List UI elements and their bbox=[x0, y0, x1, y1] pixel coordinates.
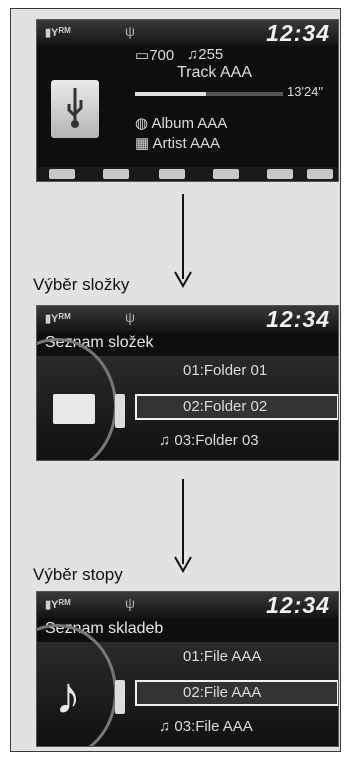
list-item[interactable]: ♫ 03:Folder 03 bbox=[135, 428, 338, 454]
softkey-2[interactable] bbox=[103, 169, 129, 179]
list-item[interactable]: ♫ 03:File AAA bbox=[135, 714, 338, 740]
list-item-selected[interactable]: 02:File AAA bbox=[135, 680, 338, 706]
music-note-icon: ♫ bbox=[159, 432, 175, 449]
clock: 12:34 bbox=[266, 20, 330, 46]
status-bar: ▮YRM ψ 12:34 bbox=[37, 592, 338, 618]
signal-icon: ▮YRM bbox=[45, 312, 71, 325]
manual-panel: ▮YRM ψ 12:34 ▭700 ♫255 Track AAA 13'24" … bbox=[10, 8, 341, 752]
track-list-screen: ▮YRM ψ 12:34 Seznam skladeb ♪ 01:File AA… bbox=[36, 591, 339, 747]
softkey-4[interactable] bbox=[213, 169, 239, 179]
softkey-6[interactable] bbox=[307, 169, 333, 179]
folder-list-screen: ▮YRM ψ 12:34 Seznam složek 01:Folder 01 … bbox=[36, 305, 339, 461]
step-caption: Výběr složky bbox=[33, 275, 130, 294]
signal-label: RM bbox=[58, 598, 71, 607]
track-count: ♫255 bbox=[187, 46, 224, 63]
progress-bar bbox=[135, 92, 283, 96]
dial-knob bbox=[115, 680, 125, 714]
usb-icon: ψ bbox=[125, 595, 135, 611]
folder-count: ▭700 bbox=[135, 47, 175, 64]
usb-icon: ψ bbox=[125, 309, 135, 325]
step-caption: Výběr stopy bbox=[33, 565, 123, 584]
folder-icon bbox=[53, 394, 95, 424]
track-title: Track AAA bbox=[177, 64, 252, 81]
status-bar: ▮YRM ψ 12:34 bbox=[37, 20, 338, 46]
softkey-bar bbox=[37, 167, 338, 181]
list-item[interactable]: 01:File AAA bbox=[135, 644, 338, 670]
signal-label: RM bbox=[58, 26, 71, 35]
clock: 12:34 bbox=[266, 306, 330, 332]
music-note-icon: ♪ bbox=[55, 667, 81, 725]
usb-icon bbox=[51, 80, 99, 138]
list-item[interactable]: 01:Folder 01 bbox=[135, 358, 338, 384]
signal-icon: ▮YRM bbox=[45, 598, 71, 611]
music-note-icon: ♫ bbox=[159, 718, 175, 735]
arrow-down-icon bbox=[174, 479, 192, 574]
arrow-down-icon bbox=[174, 194, 192, 289]
clock: 12:34 bbox=[266, 592, 330, 618]
dial-knob bbox=[115, 394, 125, 428]
artist-label: ▦ Artist AAA bbox=[135, 135, 221, 152]
track-time: 13'24" bbox=[287, 84, 324, 99]
signal-icon: ▮YRM bbox=[45, 26, 71, 39]
status-bar: ▮YRM ψ 12:34 bbox=[37, 306, 338, 332]
softkey-1[interactable] bbox=[49, 169, 75, 179]
usb-icon: ψ bbox=[125, 23, 135, 39]
list-item-selected[interactable]: 02:Folder 02 bbox=[135, 394, 338, 420]
softkey-3[interactable] bbox=[159, 169, 185, 179]
album-label: ◍ Album AAA bbox=[135, 115, 228, 132]
player-screen: ▮YRM ψ 12:34 ▭700 ♫255 Track AAA 13'24" … bbox=[36, 19, 339, 182]
softkey-5[interactable] bbox=[267, 169, 293, 179]
signal-label: RM bbox=[58, 312, 71, 321]
